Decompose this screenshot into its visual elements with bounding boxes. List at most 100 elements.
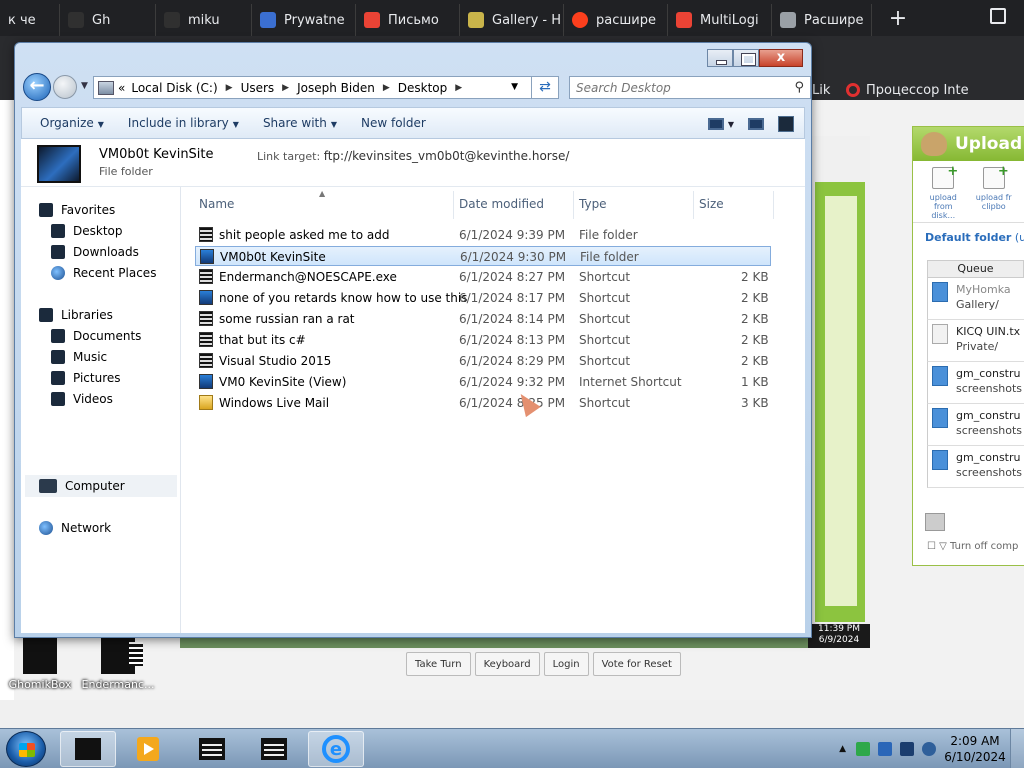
column-header-date[interactable]: Date modified (459, 197, 544, 211)
history-dropdown-icon[interactable]: ▼ (81, 81, 88, 91)
music-icon (51, 350, 65, 364)
refresh-button[interactable]: ⇄ (531, 76, 559, 99)
nav-item-videos[interactable]: Videos (51, 392, 113, 406)
change-view-icon[interactable] (707, 118, 724, 130)
browser-tab[interactable]: Письмо (356, 4, 460, 36)
add-file-icon (932, 164, 958, 189)
chevron-down-icon[interactable]: ▼ (511, 82, 518, 92)
taskbar-ie-button[interactable]: e (308, 731, 364, 767)
show-hidden-icons[interactable]: ▲ (839, 744, 846, 754)
browser-tab[interactable]: к че (0, 4, 60, 36)
queue-item[interactable]: gm_constru screenshots (927, 362, 1024, 404)
folder-icon (199, 227, 213, 242)
nav-item-libraries[interactable]: Libraries (39, 308, 113, 322)
browser-tab[interactable]: MultiLogi (668, 4, 772, 36)
show-desktop-button[interactable] (1010, 729, 1024, 768)
maximize-button[interactable] (733, 49, 759, 67)
queue-item[interactable]: MyHomka Gallery/ (927, 278, 1024, 320)
vote-reset-button[interactable]: Vote for Reset (592, 652, 681, 676)
breadcrumb-segment[interactable]: Desktop ▶ (398, 81, 470, 95)
search-icon[interactable]: ⚲ (794, 80, 804, 95)
taskbar-app-button[interactable] (246, 731, 302, 767)
file-row[interactable]: VM0b0t KevinSite 6/1/2024 9:30 PM File f… (195, 246, 771, 266)
breadcrumb-segment[interactable]: Local Disk (C:) ▶ (131, 81, 240, 95)
file-row[interactable]: that but its c# 6/1/2024 8:13 PM Shortcu… (195, 330, 771, 350)
network-icon[interactable] (900, 742, 914, 756)
chevron-right-icon: ▶ (455, 82, 463, 93)
browser-tab[interactable]: расшире (564, 4, 668, 36)
turn-off-option[interactable]: ☐ ▽ Turn off comp (927, 541, 1018, 552)
bookmark-item[interactable]: Процессор Inte (846, 82, 969, 98)
tray-icon[interactable] (878, 742, 892, 756)
breadcrumb-segment[interactable]: Joseph Biden ▶ (297, 81, 398, 95)
file-row[interactable]: VM0 KevinSite (View) 6/1/2024 9:32 PM In… (195, 372, 771, 392)
upload-from-clipboard-button[interactable]: upload fr clipbo (972, 164, 1017, 216)
bookmark-item[interactable]: Lik (812, 82, 830, 98)
puzzle-icon (780, 12, 796, 28)
search-box: ⚲ (569, 76, 811, 99)
nav-item-desktop[interactable]: Desktop (51, 224, 123, 238)
taskbar-explorer-button[interactable] (60, 731, 116, 767)
upload-from-disk-button[interactable]: upload from disk... (921, 164, 966, 220)
preview-pane-icon[interactable] (748, 118, 764, 130)
nav-item-favorites[interactable]: Favorites (39, 203, 115, 217)
browser-tab[interactable]: Gallery - H (460, 4, 564, 36)
bookmark-icon (846, 83, 860, 97)
address-bar[interactable]: « Local Disk (C:) ▶ Users ▶ Joseph Biden ▶ … (93, 76, 557, 99)
column-header-type[interactable]: Type (579, 197, 607, 211)
column-header-size[interactable]: Size (699, 197, 724, 211)
column-header-name[interactable]: Name (199, 197, 234, 211)
help-icon[interactable] (778, 116, 794, 132)
take-turn-button[interactable]: Take Turn (406, 652, 471, 676)
breadcrumb-segment[interactable]: Users ▶ (241, 81, 298, 95)
tab-favicon-icon (676, 12, 692, 28)
browser-tab[interactable]: miku (156, 4, 252, 36)
restore-window-icon[interactable] (990, 8, 1006, 24)
nav-item-computer[interactable]: Computer (39, 479, 125, 493)
nav-item-recent-places[interactable]: Recent Places (51, 266, 156, 280)
nav-item-documents[interactable]: Documents (51, 329, 141, 343)
file-row[interactable]: Windows Live Mail 6/1/2024 8:25 PM Short… (195, 393, 771, 413)
nav-item-pictures[interactable]: Pictures (51, 371, 121, 385)
tab-favicon-icon (260, 12, 276, 28)
back-button[interactable]: ← (23, 73, 51, 101)
file-row[interactable]: some russian ran a rat 6/1/2024 8:14 PM … (195, 309, 771, 329)
forward-button[interactable] (53, 75, 77, 99)
queue-item[interactable]: gm_constru screenshots (927, 446, 1024, 488)
new-tab-button[interactable]: + (880, 2, 916, 34)
include-in-library-button[interactable]: Include in library ▼ (116, 116, 251, 130)
file-row[interactable]: shit people asked me to add 6/1/2024 9:3… (195, 225, 771, 245)
login-button[interactable]: Login (543, 652, 589, 676)
clock[interactable]: 2:09 AM 6/10/2024 (940, 733, 1010, 765)
organize-button[interactable]: Organize ▼ (22, 116, 116, 130)
nav-item-network[interactable]: Network (39, 521, 111, 535)
file-row[interactable]: Endermanch@NOESCAPE.exe 6/1/2024 8:27 PM… (195, 267, 771, 287)
browser-tab[interactable]: Prywatne (252, 4, 356, 36)
close-button[interactable]: x (759, 49, 803, 67)
taskbar-app-button[interactable] (184, 731, 240, 767)
browser-tab[interactable]: Gh (60, 4, 156, 36)
default-folder-label[interactable]: Default folder (un (913, 223, 1024, 252)
pause-button[interactable] (925, 513, 945, 531)
browser-tab[interactable]: Расшире (772, 4, 872, 36)
tray-icon[interactable] (856, 742, 870, 756)
page-left-edge (0, 100, 14, 700)
volume-icon[interactable] (922, 742, 936, 756)
start-button[interactable] (6, 731, 46, 767)
shortcut-icon (199, 311, 213, 326)
nav-item-music[interactable]: Music (51, 350, 107, 364)
minimize-button[interactable] (707, 49, 733, 67)
desktop-icon-enderman[interactable]: Endermanc... (80, 638, 156, 691)
queue-item[interactable]: KICQ UIN.tx Private/ (927, 320, 1024, 362)
nav-item-downloads[interactable]: Downloads (51, 245, 139, 259)
search-input[interactable] (570, 77, 780, 98)
new-folder-button[interactable]: New folder (349, 116, 438, 130)
share-with-button[interactable]: Share with ▼ (251, 116, 349, 130)
taskbar-media-button[interactable] (120, 731, 176, 767)
file-row[interactable]: Visual Studio 2015 6/1/2024 8:29 PM Shor… (195, 351, 771, 371)
queue-item[interactable]: gm_constru screenshots (927, 404, 1024, 446)
file-row[interactable]: none of you retards know how to use this… (195, 288, 771, 308)
keyboard-button[interactable]: Keyboard (474, 652, 540, 676)
desktop-icon-gomikbox[interactable]: GhomikBox (2, 638, 78, 691)
chevron-down-icon[interactable]: ▼ (728, 120, 734, 129)
